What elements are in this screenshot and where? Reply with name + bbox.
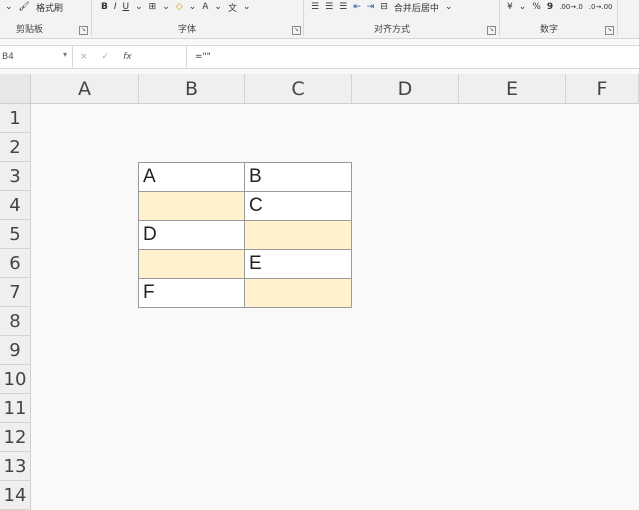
row-header-10[interactable]: 10 bbox=[0, 365, 31, 394]
phonetic-icon[interactable]: 文 bbox=[225, 1, 240, 14]
ribbon: ⌄ 🖌 格式刷 剪贴板 ↘ B I U ⌄ ⊞ ⌄ ◇ ⌄ A ⌄ 文 ⌄ 字体… bbox=[0, 0, 639, 39]
decrease-decimal-button[interactable]: .0→.00 bbox=[586, 3, 616, 11]
row-header-13[interactable]: 13 bbox=[0, 452, 31, 481]
row-header-7[interactable]: 7 bbox=[0, 278, 31, 307]
row-header-11[interactable]: 11 bbox=[0, 394, 31, 423]
cell-c3[interactable]: B bbox=[244, 162, 352, 192]
row-header-9[interactable]: 9 bbox=[0, 336, 31, 365]
number-row: ¥ ⌄ % 9 .00→.0 .0→.00 bbox=[504, 0, 615, 14]
alignment-launcher-icon[interactable]: ↘ bbox=[487, 26, 496, 35]
font-color-dropdown-icon[interactable]: ⌄ bbox=[211, 2, 225, 12]
cell-b3[interactable]: A bbox=[138, 162, 245, 192]
font-launcher-icon[interactable]: ↘ bbox=[292, 26, 301, 35]
row-header-5[interactable]: 5 bbox=[0, 220, 31, 249]
phonetic-dropdown-icon[interactable]: ⌄ bbox=[240, 2, 254, 12]
row-header-2[interactable]: 2 bbox=[0, 133, 31, 162]
formula-bar: B4 ▾ × ✓ fx ="" bbox=[0, 45, 639, 69]
divider bbox=[499, 0, 500, 36]
clipboard-group-label: 剪贴板 bbox=[16, 25, 44, 35]
enter-icon[interactable]: ✓ bbox=[102, 52, 110, 62]
row-header-4[interactable]: 4 bbox=[0, 191, 31, 220]
column-header-e[interactable]: E bbox=[459, 74, 566, 104]
format-painter-icon: 🖌 bbox=[18, 2, 30, 12]
column-header-d[interactable]: D bbox=[352, 74, 459, 104]
font-row: B I U ⌄ ⊞ ⌄ ◇ ⌄ A ⌄ 文 ⌄ bbox=[98, 0, 254, 14]
clipboard-launcher-icon[interactable]: ↘ bbox=[79, 26, 88, 35]
italic-button[interactable]: I bbox=[111, 2, 120, 12]
merge-dropdown-icon[interactable]: ⌄ bbox=[442, 2, 456, 12]
row-header-6[interactable]: 6 bbox=[0, 249, 31, 278]
column-header-c[interactable]: C bbox=[245, 74, 352, 104]
select-all-corner[interactable] bbox=[0, 74, 31, 104]
underline-dropdown-icon[interactable]: ⌄ bbox=[132, 2, 146, 12]
column-header-b[interactable]: B bbox=[139, 74, 245, 104]
name-box[interactable]: B4 ▾ bbox=[0, 46, 73, 68]
increase-decimal-button[interactable]: .00→.0 bbox=[556, 3, 586, 11]
column-header-a[interactable]: A bbox=[31, 74, 139, 104]
comma-button[interactable]: 9 bbox=[544, 2, 556, 12]
font-group-label: 字体 bbox=[178, 25, 197, 35]
name-box-dropdown-icon[interactable]: ▾ bbox=[61, 50, 67, 59]
align-left-icon[interactable]: ☰ bbox=[308, 2, 322, 12]
paste-dropdown-icon[interactable]: ⌄ bbox=[2, 2, 16, 12]
merge-center-icon: ⊟ bbox=[380, 2, 388, 12]
column-header-f[interactable]: F bbox=[566, 74, 639, 104]
cell-b7[interactable]: F bbox=[138, 278, 245, 308]
cell-c5[interactable] bbox=[244, 220, 352, 250]
underline-button[interactable]: U bbox=[120, 2, 133, 12]
cell-c6[interactable]: E bbox=[244, 249, 352, 279]
fill-dropdown-icon[interactable]: ⌄ bbox=[186, 2, 200, 12]
format-painter-button[interactable]: 格式刷 bbox=[33, 1, 66, 14]
decrease-indent-icon[interactable]: ⇤ bbox=[350, 2, 364, 12]
cell-c4[interactable]: C bbox=[244, 191, 352, 221]
name-box-value: B4 bbox=[2, 52, 14, 62]
formula-buttons: × ✓ fx bbox=[80, 46, 132, 68]
cell-c7[interactable] bbox=[244, 278, 352, 308]
alignment-group-label: 对齐方式 bbox=[374, 25, 411, 35]
fill-color-icon[interactable]: ◇ bbox=[173, 2, 186, 12]
align-center-icon[interactable]: ☰ bbox=[322, 2, 336, 12]
border-dropdown-icon[interactable]: ⌄ bbox=[159, 2, 173, 12]
formula-input[interactable]: ="" bbox=[186, 46, 211, 68]
row-header-1[interactable]: 1 bbox=[0, 104, 31, 133]
align-right-icon[interactable]: ☰ bbox=[336, 2, 350, 12]
font-color-icon[interactable]: A bbox=[199, 2, 211, 12]
insert-function-icon[interactable]: fx bbox=[123, 52, 132, 62]
percent-button[interactable]: % bbox=[529, 2, 544, 12]
cell-b4[interactable] bbox=[138, 191, 245, 221]
divider bbox=[617, 0, 618, 36]
number-group-label: 数字 bbox=[540, 25, 559, 35]
cancel-icon[interactable]: × bbox=[80, 52, 88, 62]
cell-b6[interactable] bbox=[138, 249, 245, 279]
alignment-row: ☰ ☰ ☰ ⇤ ⇥ ⊟ 合并后居中 ⌄ bbox=[308, 0, 455, 14]
bold-button[interactable]: B bbox=[98, 2, 111, 12]
divider bbox=[303, 0, 304, 36]
cell-b5[interactable]: D bbox=[138, 220, 245, 250]
row-header-8[interactable]: 8 bbox=[0, 307, 31, 336]
row-header-3[interactable]: 3 bbox=[0, 162, 31, 191]
row-header-12[interactable]: 12 bbox=[0, 423, 31, 452]
increase-indent-icon[interactable]: ⇥ bbox=[364, 2, 378, 12]
currency-icon[interactable]: ¥ bbox=[504, 2, 516, 12]
currency-dropdown-icon[interactable]: ⌄ bbox=[516, 2, 530, 12]
clipboard-row: ⌄ 🖌 格式刷 bbox=[2, 0, 66, 14]
row-header-14[interactable]: 14 bbox=[0, 481, 31, 510]
border-icon[interactable]: ⊞ bbox=[146, 2, 160, 12]
merge-center-button[interactable]: 合并后居中 bbox=[391, 1, 442, 14]
number-launcher-icon[interactable]: ↘ bbox=[605, 26, 614, 35]
divider bbox=[91, 0, 92, 36]
